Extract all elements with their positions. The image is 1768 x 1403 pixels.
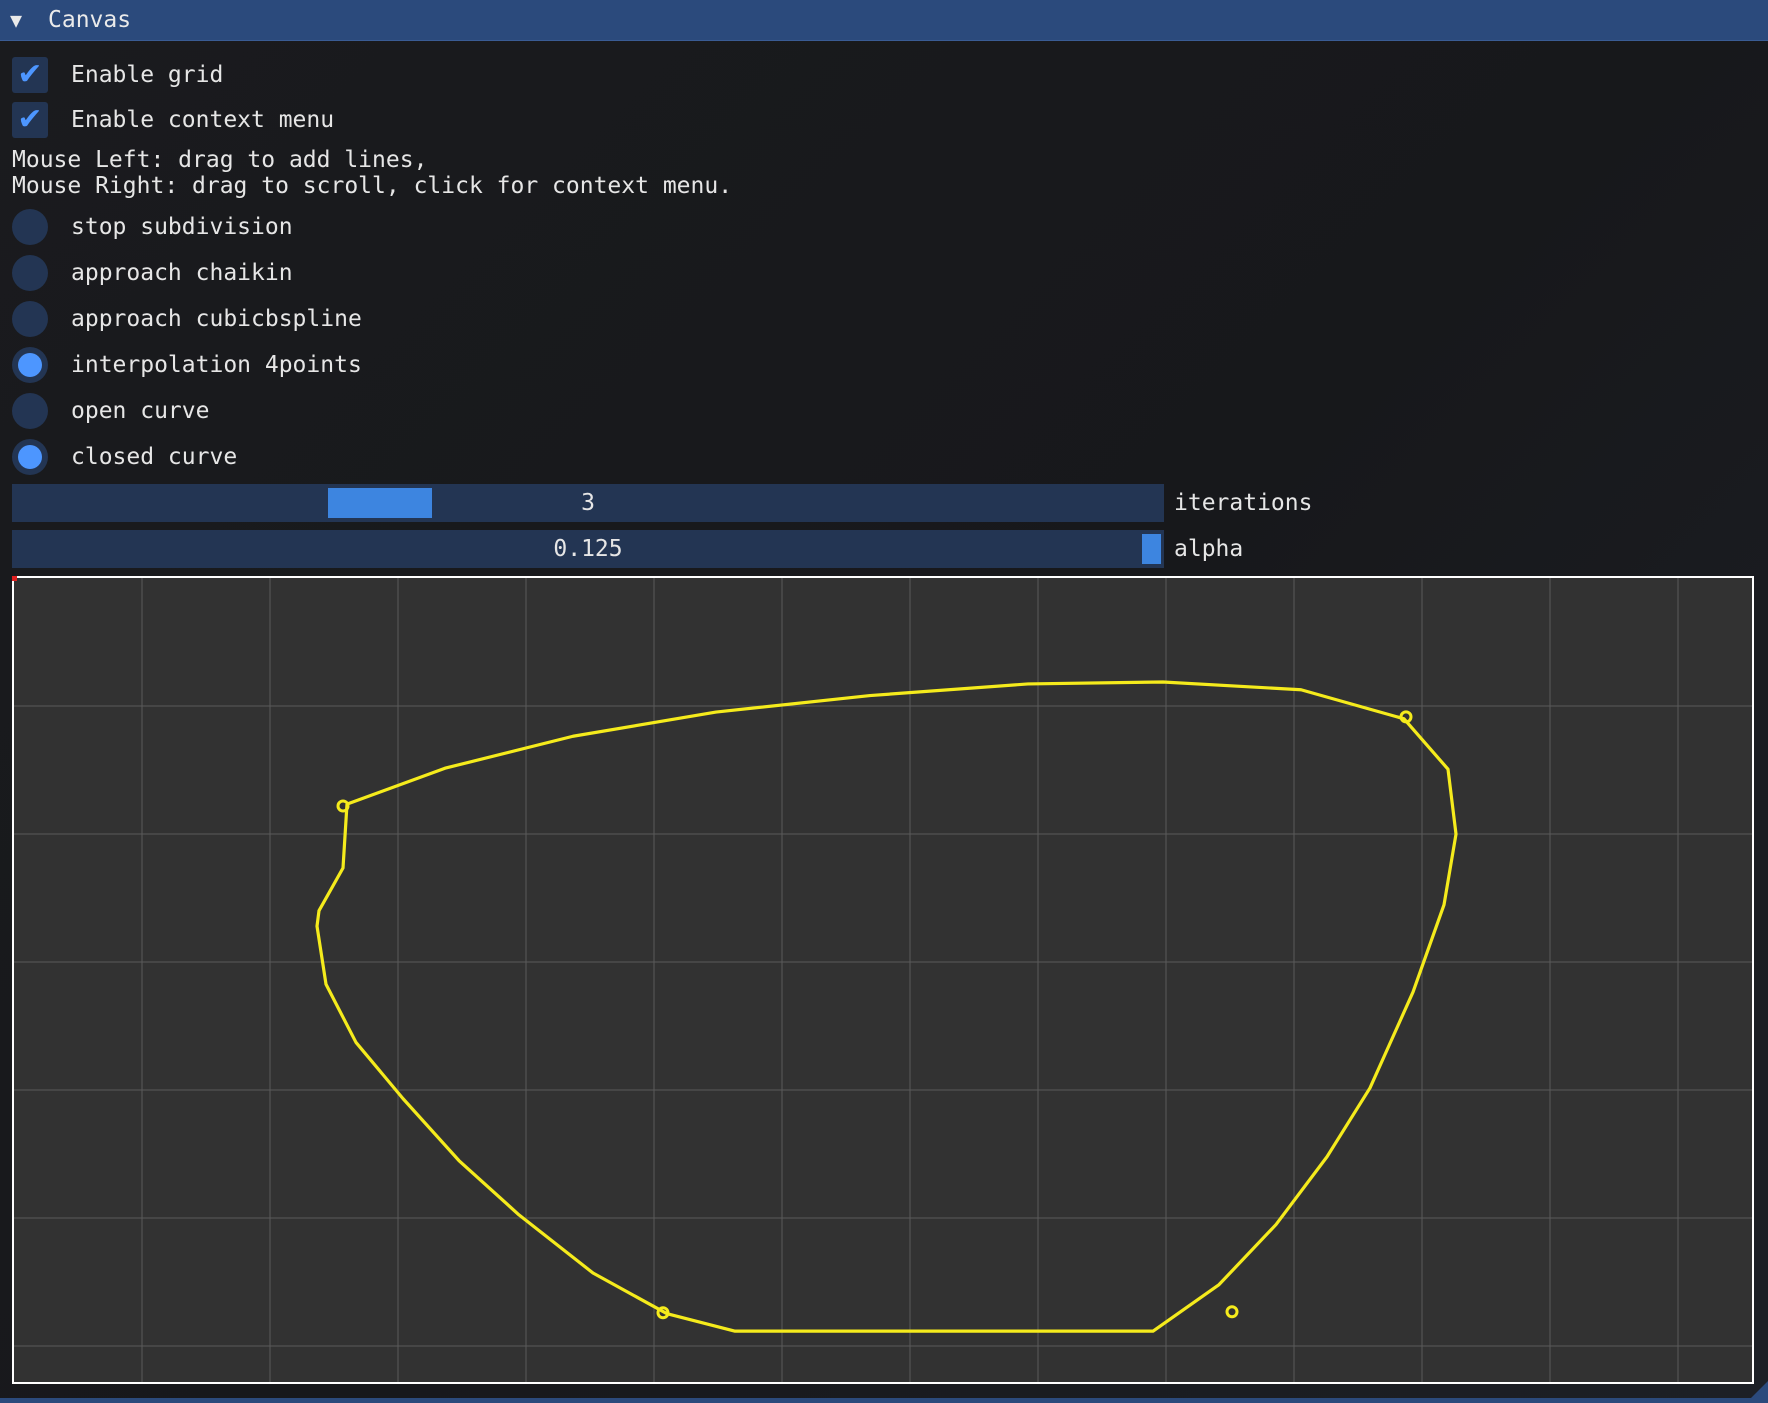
radio-approach-chaikin[interactable]: approach chaikin [12, 254, 293, 292]
radio-interpolation-4points[interactable]: interpolation 4points [12, 346, 362, 384]
radio-label: interpolation 4points [71, 352, 362, 378]
enable-grid-checkbox[interactable]: ✔ [12, 57, 48, 93]
help-line-1: Mouse Left: drag to add lines, [12, 147, 428, 173]
radio-circle[interactable] [12, 393, 48, 429]
window-title: Canvas [48, 7, 132, 33]
control-point[interactable] [336, 799, 350, 813]
radio-label: stop subdivision [71, 214, 293, 240]
window-bottom-border [0, 1398, 1768, 1403]
iterations-label: iterations [1174, 490, 1313, 516]
enable-context-menu-label: Enable context menu [71, 107, 335, 133]
check-icon: ✔ [17, 102, 43, 137]
radio-label: approach chaikin [71, 260, 293, 286]
radio-circle[interactable] [12, 439, 48, 475]
enable-context-menu-checkbox-row[interactable]: ✔ Enable context menu [12, 101, 334, 139]
radio-circle[interactable] [12, 255, 48, 291]
radio-circle[interactable] [12, 301, 48, 337]
enable-grid-checkbox-row[interactable]: ✔ Enable grid [12, 56, 223, 94]
alpha-value: 0.125 [553, 536, 623, 562]
canvas-window: ▼ Canvas ✔ Enable grid ✔ Enable context … [0, 0, 1768, 1403]
iterations-slider[interactable]: 3 [12, 484, 1164, 522]
help-text: Mouse Left: drag to add lines, Mouse Rig… [12, 147, 732, 199]
radio-approach-cubicbspline[interactable]: approach cubicbspline [12, 300, 362, 338]
resize-grip-icon[interactable] [1746, 1381, 1768, 1403]
canvas-grid [14, 578, 1752, 1382]
radio-open-curve[interactable]: open curve [12, 392, 209, 430]
collapse-triangle-icon[interactable]: ▼ [10, 8, 32, 32]
radio-label: closed curve [71, 444, 238, 470]
help-line-2: Mouse Right: drag to scroll, click for c… [12, 173, 733, 199]
alpha-slider[interactable]: 0.125 [12, 530, 1164, 568]
radio-closed-curve[interactable]: closed curve [12, 438, 237, 476]
subdivision-curve [315, 680, 1458, 1333]
alpha-label: alpha [1174, 536, 1244, 562]
window-title-bar[interactable]: ▼ Canvas [0, 0, 1768, 41]
radio-circle[interactable] [12, 209, 48, 245]
canvas-origin-marker [12, 576, 17, 581]
drawing-canvas[interactable] [12, 576, 1754, 1384]
iterations-value: 3 [581, 490, 595, 516]
radio-label: approach cubicbspline [71, 306, 362, 332]
radio-label: open curve [71, 398, 210, 424]
enable-context-menu-checkbox[interactable]: ✔ [12, 102, 48, 138]
radio-selected-dot [18, 353, 42, 377]
radio-stop-subdivision[interactable]: stop subdivision [12, 208, 293, 246]
enable-grid-label: Enable grid [71, 62, 224, 88]
canvas-drawing[interactable] [14, 578, 1752, 1382]
radio-selected-dot [18, 445, 42, 469]
control-points[interactable] [336, 710, 1413, 1320]
check-icon: ✔ [17, 57, 43, 92]
radio-circle[interactable] [12, 347, 48, 383]
control-point[interactable] [1225, 1305, 1239, 1319]
